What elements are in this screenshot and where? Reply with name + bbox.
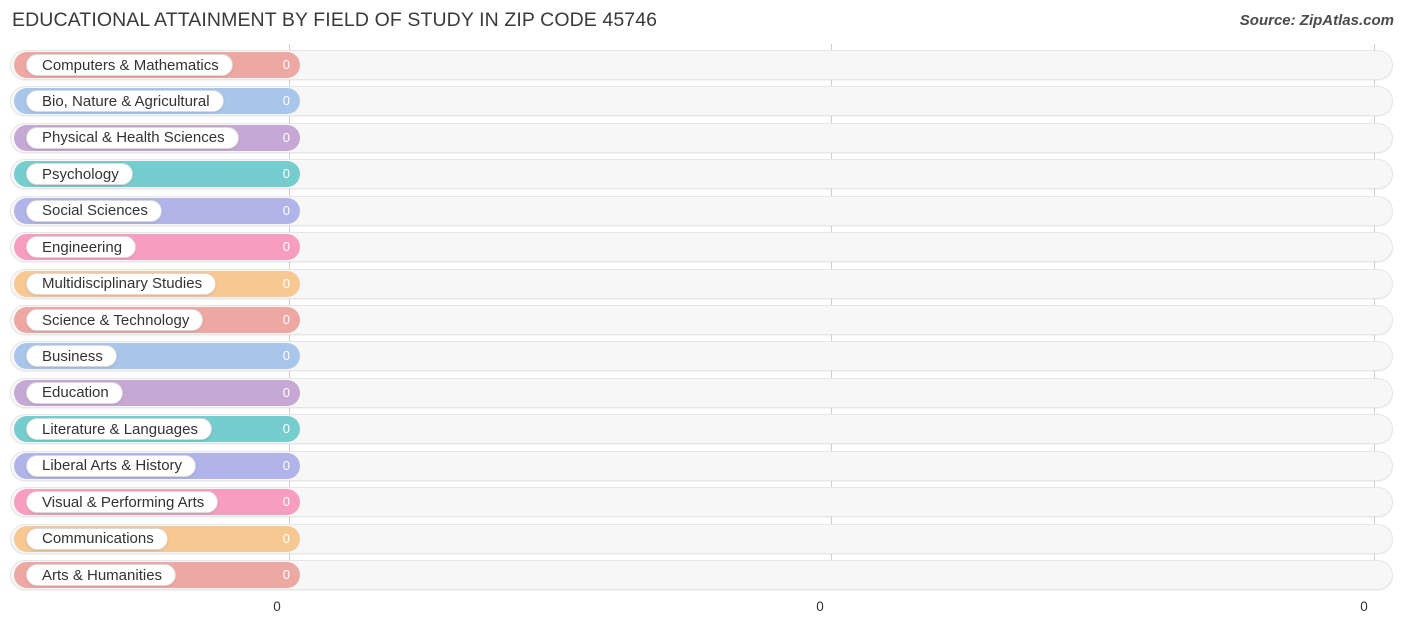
- category-label-text: Liberal Arts & History: [42, 457, 183, 475]
- chart-row: 0 Communications: [0, 523, 1406, 554]
- category-label-pill[interactable]: Communications: [26, 527, 168, 550]
- chart-row: 0 Visual & Performing Arts: [0, 487, 1406, 518]
- chart-row: 0 Physical & Health Sciences: [0, 122, 1406, 153]
- chart-row: 0 Education: [0, 377, 1406, 408]
- category-label-pill[interactable]: Liberal Arts & History: [26, 454, 197, 477]
- category-label-pill[interactable]: Computers & Mathematics: [26, 54, 233, 76]
- chart-row: 0 Arts & Humanities: [0, 560, 1406, 591]
- chart-row: 0 Social Sciences: [0, 195, 1406, 226]
- category-label-text: Arts & Humanities: [42, 566, 163, 584]
- chart-row: 0 Multidisciplinary Studies: [0, 268, 1406, 299]
- axis-tick-label-2: 0: [1360, 599, 1368, 614]
- chart-row: 0 Bio, Nature & Agricultural: [0, 86, 1406, 117]
- category-label-pill[interactable]: Bio, Nature & Agricultural: [26, 90, 224, 113]
- bar-value-label: 0: [282, 239, 290, 255]
- chart-row: 0 Computers & Mathematics: [0, 50, 1406, 80]
- category-label-text: Engineering: [42, 238, 123, 256]
- bar-value-label: 0: [282, 567, 290, 583]
- bar-value-label: 0: [282, 57, 290, 72]
- bar-value-label: 0: [282, 93, 290, 109]
- category-label-pill[interactable]: Psychology: [26, 163, 133, 186]
- bar-value-label: 0: [282, 312, 290, 327]
- axis-tick-label-0: 0: [273, 599, 281, 614]
- bar-value-label: 0: [282, 348, 290, 364]
- category-label-text: Visual & Performing Arts: [42, 493, 205, 511]
- chart-row: 0 Liberal Arts & History: [0, 450, 1406, 481]
- category-label-text: Science & Technology: [42, 311, 190, 329]
- chart-row: 0 Engineering: [0, 232, 1406, 263]
- bar-value-label: 0: [282, 530, 290, 546]
- category-label-text: Business: [42, 347, 103, 365]
- bar-value-label: 0: [282, 494, 290, 510]
- source-attribution: Source: ZipAtlas.com: [1239, 12, 1394, 29]
- bar-value-label: 0: [282, 457, 290, 473]
- category-label-pill[interactable]: Physical & Health Sciences: [26, 126, 239, 149]
- category-label-text: Education: [42, 384, 109, 402]
- category-label-pill[interactable]: Science & Technology: [26, 309, 204, 331]
- chart-plot-area: 0 Computers & Mathematics 0 Bio, Nature & A…: [0, 44, 1406, 597]
- category-label-pill[interactable]: Social Sciences: [26, 199, 162, 222]
- page-title: EDUCATIONAL ATTAINMENT BY FIELD OF STUDY…: [12, 9, 658, 31]
- chart-row: 0 Business: [0, 341, 1406, 372]
- chart-row: 0 Psychology: [0, 159, 1406, 190]
- chart-row: 0 Literature & Languages: [0, 414, 1406, 445]
- bar-value-label: 0: [282, 129, 290, 145]
- category-label-text: Communications: [42, 530, 154, 548]
- category-label-pill[interactable]: Education: [26, 381, 123, 404]
- bar-value-label: 0: [282, 202, 290, 218]
- chart-header: EDUCATIONAL ATTAINMENT BY FIELD OF STUDY…: [0, 0, 1406, 44]
- category-label-pill[interactable]: Multidisciplinary Studies: [26, 272, 217, 295]
- bar-value-label: 0: [282, 275, 290, 291]
- category-label-pill[interactable]: Visual & Performing Arts: [26, 491, 219, 514]
- category-label-text: Social Sciences: [42, 202, 148, 220]
- chart-row: 0 Science & Technology: [0, 305, 1406, 335]
- category-label-pill[interactable]: Business: [26, 345, 117, 368]
- category-label-text: Multidisciplinary Studies: [42, 275, 203, 293]
- category-label-text: Psychology: [42, 165, 119, 183]
- category-label-text: Bio, Nature & Agricultural: [42, 92, 210, 110]
- category-label-pill[interactable]: Arts & Humanities: [26, 564, 177, 587]
- axis-tick-label-1: 0: [816, 599, 824, 614]
- category-label-pill[interactable]: Literature & Languages: [26, 418, 212, 441]
- category-label-text: Literature & Languages: [42, 420, 198, 438]
- category-label-pill[interactable]: Engineering: [26, 236, 137, 259]
- bar-value-label: 0: [282, 421, 290, 437]
- bar-value-label: 0: [282, 166, 290, 182]
- x-axis: 0 0 0: [0, 597, 1406, 631]
- category-label-text: Physical & Health Sciences: [42, 129, 225, 147]
- bar-value-label: 0: [282, 384, 290, 400]
- category-label-text: Computers & Mathematics: [42, 56, 219, 74]
